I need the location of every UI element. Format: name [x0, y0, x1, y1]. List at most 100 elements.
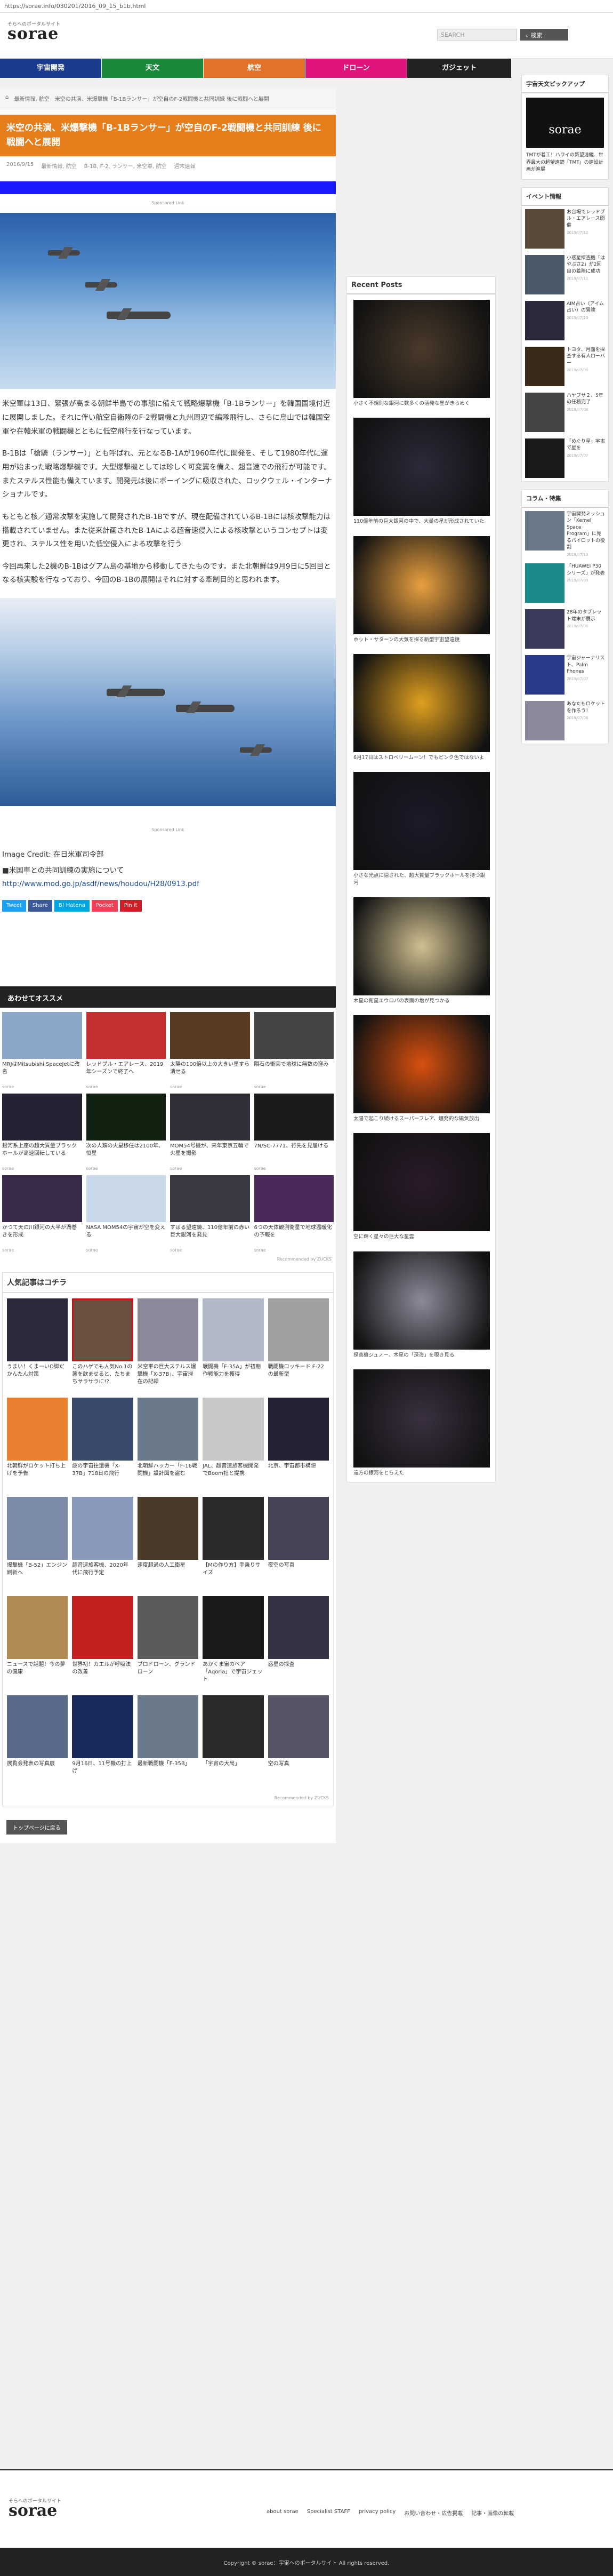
popular-card[interactable]: 謎の宇宙往還機「X-37B」718日の飛行: [72, 1397, 133, 1493]
recent-post[interactable]: 遠方の銀河をとらえた: [347, 1364, 495, 1482]
article-author[interactable]: 週末速報: [174, 162, 195, 170]
back-to-top-button[interactable]: トップページに戻る: [6, 1820, 67, 1835]
share-button[interactable]: Pin it: [119, 899, 142, 912]
column-item-title[interactable]: 「HUAWEI P30シリーズ」が発表: [567, 563, 605, 577]
column-item[interactable]: 28年のタブレット端末が展示 2019/07/08: [522, 606, 608, 652]
source-url[interactable]: http://www.mod.go.jp/asdf/news/houdou/H2…: [2, 880, 199, 888]
search-input[interactable]: SEARCH: [437, 29, 517, 41]
recommend-card[interactable]: MOM54号機が、来年東京五輪で火星を撮影 sorae: [170, 1093, 250, 1171]
recommend-thumb[interactable]: [86, 1175, 166, 1222]
recommend-card[interactable]: 隕石の衝突で地球に無数の窪み sorae: [254, 1011, 334, 1089]
recent-post[interactable]: 太陽で起こり続けるスーパーフレア、爆発的な磁気放出: [347, 1010, 495, 1128]
recent-post-thumb[interactable]: [353, 1133, 490, 1232]
recent-post-thumb[interactable]: [353, 536, 490, 634]
popular-thumb[interactable]: [203, 1397, 264, 1461]
column-item-thumb[interactable]: [525, 701, 564, 741]
popular-card[interactable]: 北朝鮮がロケット打ち上げを予告: [7, 1397, 68, 1493]
popular-card-title[interactable]: 北京、宇宙都市構想: [268, 1463, 329, 1493]
event-item-thumb[interactable]: [525, 438, 564, 478]
nav-item[interactable]: 宇宙開発: [0, 59, 101, 78]
column-item-thumb[interactable]: [525, 609, 564, 649]
event-item[interactable]: 小惑星探査機「はやぶさ2」が2回目の着陸に成功 2019/07/11: [522, 252, 608, 298]
recent-post-title[interactable]: 小さな光点に隠された、超大質量ブラックホールを持つ銀河: [353, 872, 489, 887]
popular-card[interactable]: 世界初！カエルが呼吸法の改善: [72, 1596, 133, 1691]
recommend-thumb[interactable]: [254, 1011, 334, 1059]
event-item[interactable]: ハヤブサ２、5年の任務完了 2019/07/08: [522, 389, 608, 435]
recommend-card[interactable]: 7N/SC-7771、行先を見届ける sorae: [254, 1093, 334, 1171]
recommend-card-title[interactable]: レッドブル・エアレース、2019年シーズンで終了へ: [86, 1061, 166, 1084]
popular-thumb[interactable]: [7, 1397, 68, 1461]
column-item-thumb[interactable]: [525, 563, 564, 603]
popular-card-title[interactable]: ブロドローン、グランドローン: [138, 1661, 198, 1691]
breadcrumb-category[interactable]: 最新情報, 航空: [14, 94, 49, 102]
recent-post-title[interactable]: 太陽で起こり続けるスーパーフレア、爆発的な磁気放出: [353, 1115, 489, 1122]
recent-post-thumb[interactable]: [353, 772, 490, 871]
popular-card-title[interactable]: 展覧会発表の写真展: [7, 1760, 68, 1790]
recent-post-title[interactable]: 遠方の銀河をとらえた: [353, 1470, 489, 1477]
popular-card-title[interactable]: 北朝鮮ハッカー「F-16戦闘機」設計図を盗む: [138, 1463, 198, 1493]
popular-card-title[interactable]: うまい！くまーいO脚だかんたん対策: [7, 1363, 68, 1393]
popular-card-title[interactable]: ニュースで話題！今の夢の健康: [7, 1661, 68, 1691]
popular-card[interactable]: 惑星の探査: [268, 1596, 329, 1691]
popular-card[interactable]: ブロドローン、グランドローン: [137, 1596, 199, 1691]
recommend-thumb[interactable]: [2, 1175, 82, 1222]
event-item[interactable]: お台場でレッドブル・エアレース開催 2019/07/12: [522, 206, 608, 252]
popular-card-title[interactable]: 【Mの作り方】手乗りサイズ: [203, 1562, 263, 1592]
popular-thumb[interactable]: [137, 1496, 199, 1560]
popular-card[interactable]: 夜空の写真: [268, 1496, 329, 1592]
popular-thumb[interactable]: [268, 1397, 329, 1461]
popular-thumb[interactable]: [72, 1298, 133, 1361]
popular-card-title[interactable]: 戦闘機ロッキード F-22の最新型: [268, 1363, 329, 1393]
popular-card-title[interactable]: このハゲでも人気No.1の薬を飲ませると、たちまちサラサラに!?: [72, 1363, 133, 1393]
popular-thumb[interactable]: [268, 1596, 329, 1659]
recent-post[interactable]: ホット・サターンの大気を探る新型宇宙望遠鏡: [347, 531, 495, 649]
recommend-card[interactable]: NASA MOM54の宇宙が空を変える sorae: [86, 1175, 166, 1253]
popular-thumb[interactable]: [7, 1596, 68, 1659]
popular-thumb[interactable]: [203, 1298, 264, 1361]
share-button[interactable]: Pocket: [91, 899, 118, 912]
event-item[interactable]: トヨタ、月面を探査する有人ローバー 2019/07/09: [522, 344, 608, 389]
recent-post-thumb[interactable]: [353, 300, 490, 398]
recent-post-thumb[interactable]: [353, 653, 490, 752]
recent-post[interactable]: 空に輝く星々の巨大な星雲: [347, 1128, 495, 1246]
recent-post-title[interactable]: 空に輝く星々の巨大な星雲: [353, 1233, 489, 1240]
event-item-thumb[interactable]: [525, 346, 564, 386]
recommend-card[interactable]: 太陽の100倍以上の大きい星すら潰せる sorae: [170, 1011, 250, 1089]
recent-post-title[interactable]: 木星の衛星エウロパの表面の塩が見つかる: [353, 998, 489, 1004]
popular-card[interactable]: 「宇宙の大局」: [203, 1695, 264, 1790]
recommend-thumb[interactable]: [254, 1175, 334, 1222]
recommend-card-title[interactable]: 隕石の衝突で地球に無数の窪み: [254, 1061, 334, 1084]
recommend-thumb[interactable]: [254, 1093, 334, 1141]
event-item-title[interactable]: ハヤブサ２、5年の任務完了: [567, 393, 605, 406]
recommend-card[interactable]: かつて天の川銀河の大半が渦巻きを形成 sorae: [2, 1175, 82, 1253]
popular-card[interactable]: 爆撃機「B-52」エンジン刷新へ: [7, 1496, 68, 1592]
share-button[interactable]: Share: [28, 899, 52, 912]
popular-card-title[interactable]: 米空軍の巨大ステルス爆撃機「X-37B」、宇宙滞在の記録: [138, 1363, 198, 1393]
recent-post-thumb[interactable]: [353, 897, 490, 995]
recommend-card-title[interactable]: 6つの天体観測衛星で地球温暖化の予報を: [254, 1224, 334, 1248]
recent-post[interactable]: 木星の衛星エウロパの表面の塩が見つかる: [347, 892, 495, 1010]
search-button[interactable]: ⌕ 検索: [520, 29, 568, 41]
popular-card[interactable]: うまい！くまーいO脚だかんたん対策: [7, 1298, 68, 1393]
popular-card-title[interactable]: あかくま宙のペア「Aqoria」で宇宙ジェット: [203, 1661, 263, 1691]
footer-link[interactable]: privacy policy: [359, 2509, 396, 2517]
popular-card[interactable]: 戦闘機ロッキード F-22の最新型: [268, 1298, 329, 1393]
popular-card[interactable]: 速度超過の人工衛星: [137, 1496, 199, 1592]
popular-thumb[interactable]: [7, 1298, 68, 1361]
column-item-title[interactable]: 宇宙ジャーナリスト、Palm Phones: [567, 655, 605, 675]
popular-card[interactable]: 米空軍の巨大ステルス爆撃機「X-37B」、宇宙滞在の記録: [137, 1298, 199, 1393]
recent-post-title[interactable]: 探査機ジュノー、木星の「深海」を覗き見る: [353, 1352, 489, 1359]
footer-link[interactable]: Specialist STAFF: [307, 2509, 350, 2517]
recommend-card-title[interactable]: NASA MOM54の宇宙が空を変える: [86, 1224, 166, 1248]
recent-post-thumb[interactable]: [353, 418, 490, 516]
popular-thumb[interactable]: [137, 1596, 199, 1659]
popular-card[interactable]: このハゲでも人気No.1の薬を飲ませると、たちまちサラサラに!?: [72, 1298, 133, 1393]
popular-card[interactable]: 9月16日、11号機の打上げ: [72, 1695, 133, 1790]
popular-card-title[interactable]: 惑星の探査: [268, 1661, 329, 1691]
recent-post[interactable]: 110億年前の巨大銀河の中で、大量の星が形成されていた: [347, 412, 495, 530]
column-item-thumb[interactable]: [525, 511, 564, 551]
share-button[interactable]: Tweet: [2, 899, 26, 912]
recommend-card-title[interactable]: 次の人類の火星移住は2100年、恒星: [86, 1143, 166, 1166]
ad-banner[interactable]: [0, 181, 336, 195]
recommend-card-title[interactable]: MOM54号機が、来年東京五輪で火星を撮影: [170, 1143, 250, 1166]
